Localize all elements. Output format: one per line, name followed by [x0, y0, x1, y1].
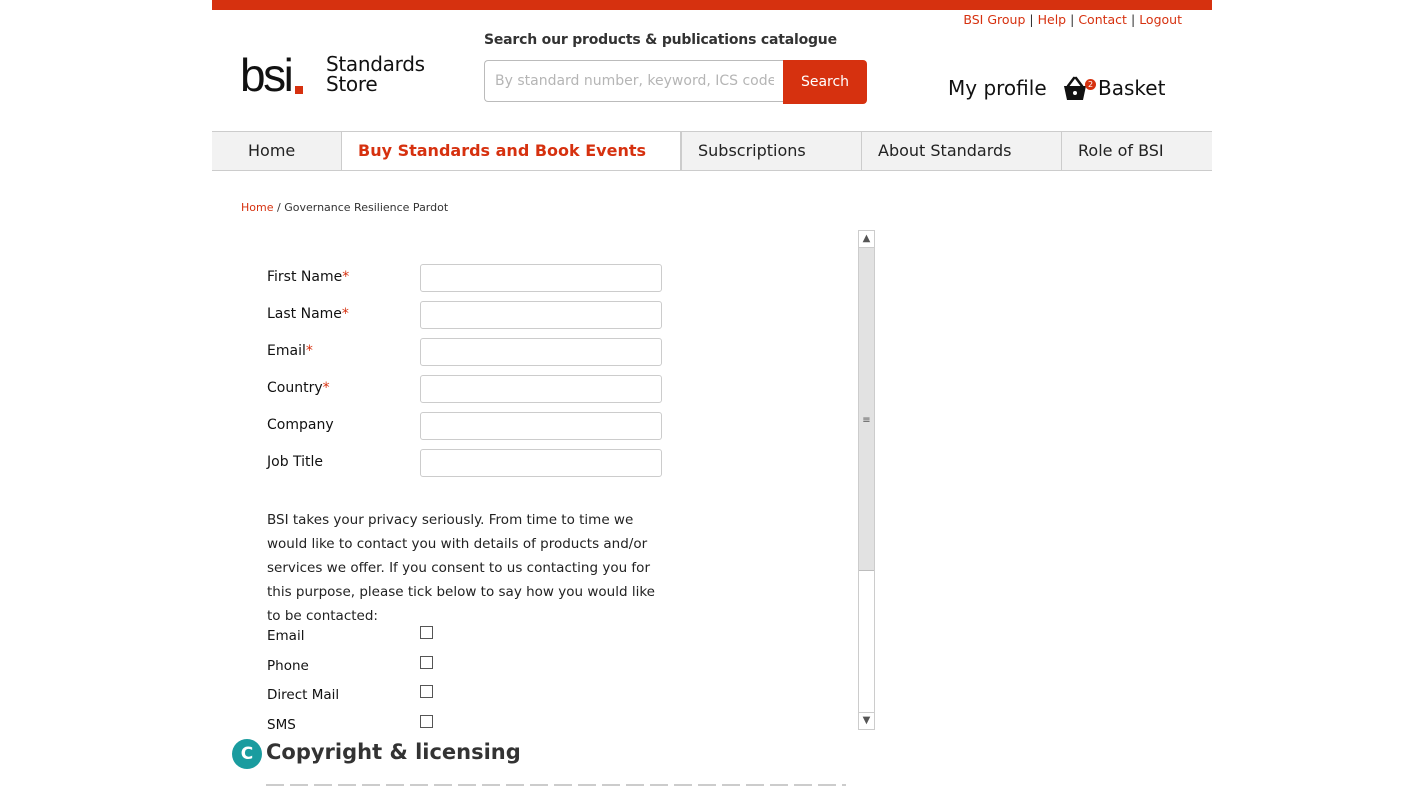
- contact-sms-label: SMS: [267, 717, 296, 730]
- nav-item-buy-standards[interactable]: Buy Standards and Book Events: [341, 132, 681, 170]
- contact-direct-mail-checkbox[interactable]: [420, 685, 433, 698]
- last-name-field[interactable]: [420, 301, 662, 329]
- utility-links: BSI Group | Help | Contact | Logout: [963, 12, 1182, 27]
- copyright-title: Copyright & licensing: [266, 740, 521, 764]
- bsi-group-link[interactable]: BSI Group: [963, 12, 1025, 27]
- contact-link[interactable]: Contact: [1078, 12, 1127, 27]
- scroll-down-arrow-icon[interactable]: ▼: [859, 712, 874, 729]
- breadcrumb: Home / Governance Resilience Pardot: [241, 201, 448, 214]
- logout-link[interactable]: Logout: [1139, 12, 1182, 27]
- nav-item-role-of-bsi[interactable]: Role of BSI: [1061, 132, 1212, 170]
- main-nav: Home Buy Standards and Book Events Subsc…: [212, 131, 1212, 171]
- job-title-field[interactable]: [420, 449, 662, 477]
- copyright-badge-icon: C: [232, 739, 262, 769]
- form-row-first-name: First Name*: [267, 264, 687, 292]
- form-row-job-title: Job Title: [267, 449, 687, 477]
- form-row-email: Email*: [267, 338, 687, 366]
- contact-email-checkbox[interactable]: [420, 626, 433, 639]
- nav-item-subscriptions[interactable]: Subscriptions: [681, 132, 861, 170]
- email-field[interactable]: [420, 338, 662, 366]
- contact-option-sms: SMS: [267, 715, 567, 730]
- form-row-country: Country*: [267, 375, 687, 403]
- page: BSI Group | Help | Contact | Logout bsi Standa…: [212, 0, 1212, 786]
- country-field[interactable]: [420, 375, 662, 403]
- email-label: Email*: [267, 343, 313, 359]
- contact-option-phone: Phone: [267, 656, 567, 676]
- nav-item-about-standards[interactable]: About Standards: [861, 132, 1061, 170]
- basket-count-badge: 2: [1085, 79, 1096, 90]
- form-row-last-name: Last Name*: [267, 301, 687, 329]
- job-title-label: Job Title: [267, 454, 324, 470]
- breadcrumb-current: Governance Resilience Pardot: [284, 201, 449, 214]
- scrollbar-grip-icon: ≡: [862, 415, 871, 426]
- nav-item-home[interactable]: Home: [232, 132, 340, 170]
- my-profile-link[interactable]: My profile: [948, 76, 1047, 100]
- logo-store-text: Standards Store: [326, 52, 425, 96]
- help-link[interactable]: Help: [1038, 12, 1067, 27]
- search-input[interactable]: [484, 60, 784, 102]
- contact-option-direct-mail: Direct Mail: [267, 685, 567, 705]
- contact-phone-checkbox[interactable]: [420, 656, 433, 669]
- search-button[interactable]: Search: [783, 60, 867, 104]
- privacy-text: BSI takes your privacy seriously. From t…: [267, 512, 655, 624]
- first-name-field[interactable]: [420, 264, 662, 292]
- contact-sms-checkbox[interactable]: [420, 715, 433, 728]
- breadcrumb-home[interactable]: Home: [241, 201, 273, 214]
- contact-option-email: Email: [267, 626, 567, 646]
- logo-dot: [295, 86, 303, 94]
- form-row-company: Company: [267, 412, 687, 440]
- last-name-label: Last Name*: [267, 306, 349, 322]
- bsi-logo[interactable]: bsi Standards Store: [240, 52, 430, 100]
- scrollbar-thumb[interactable]: ≡: [859, 248, 874, 571]
- logo-wordmark: bsi: [240, 49, 294, 101]
- breadcrumb-separator: /: [276, 201, 281, 214]
- contact-direct-mail-label: Direct Mail: [267, 687, 340, 703]
- first-name-label: First Name*: [267, 269, 350, 285]
- search-box: Search: [484, 60, 867, 104]
- search-label: Search our products & publications catal…: [484, 32, 837, 48]
- scroll-up-arrow-icon[interactable]: ▲: [859, 231, 874, 248]
- country-label: Country*: [267, 380, 330, 396]
- pardot-form-frame: First Name* Last Name* Email* Country* C…: [241, 230, 875, 730]
- brand-top-bar: [212, 0, 1212, 10]
- frame-scrollbar[interactable]: ▲ ≡ ▼: [858, 230, 875, 730]
- basket-label: Basket: [1098, 76, 1166, 100]
- contact-email-label: Email: [267, 628, 305, 644]
- company-field[interactable]: [420, 412, 662, 440]
- contact-phone-label: Phone: [267, 658, 309, 674]
- company-label: Company: [267, 417, 334, 433]
